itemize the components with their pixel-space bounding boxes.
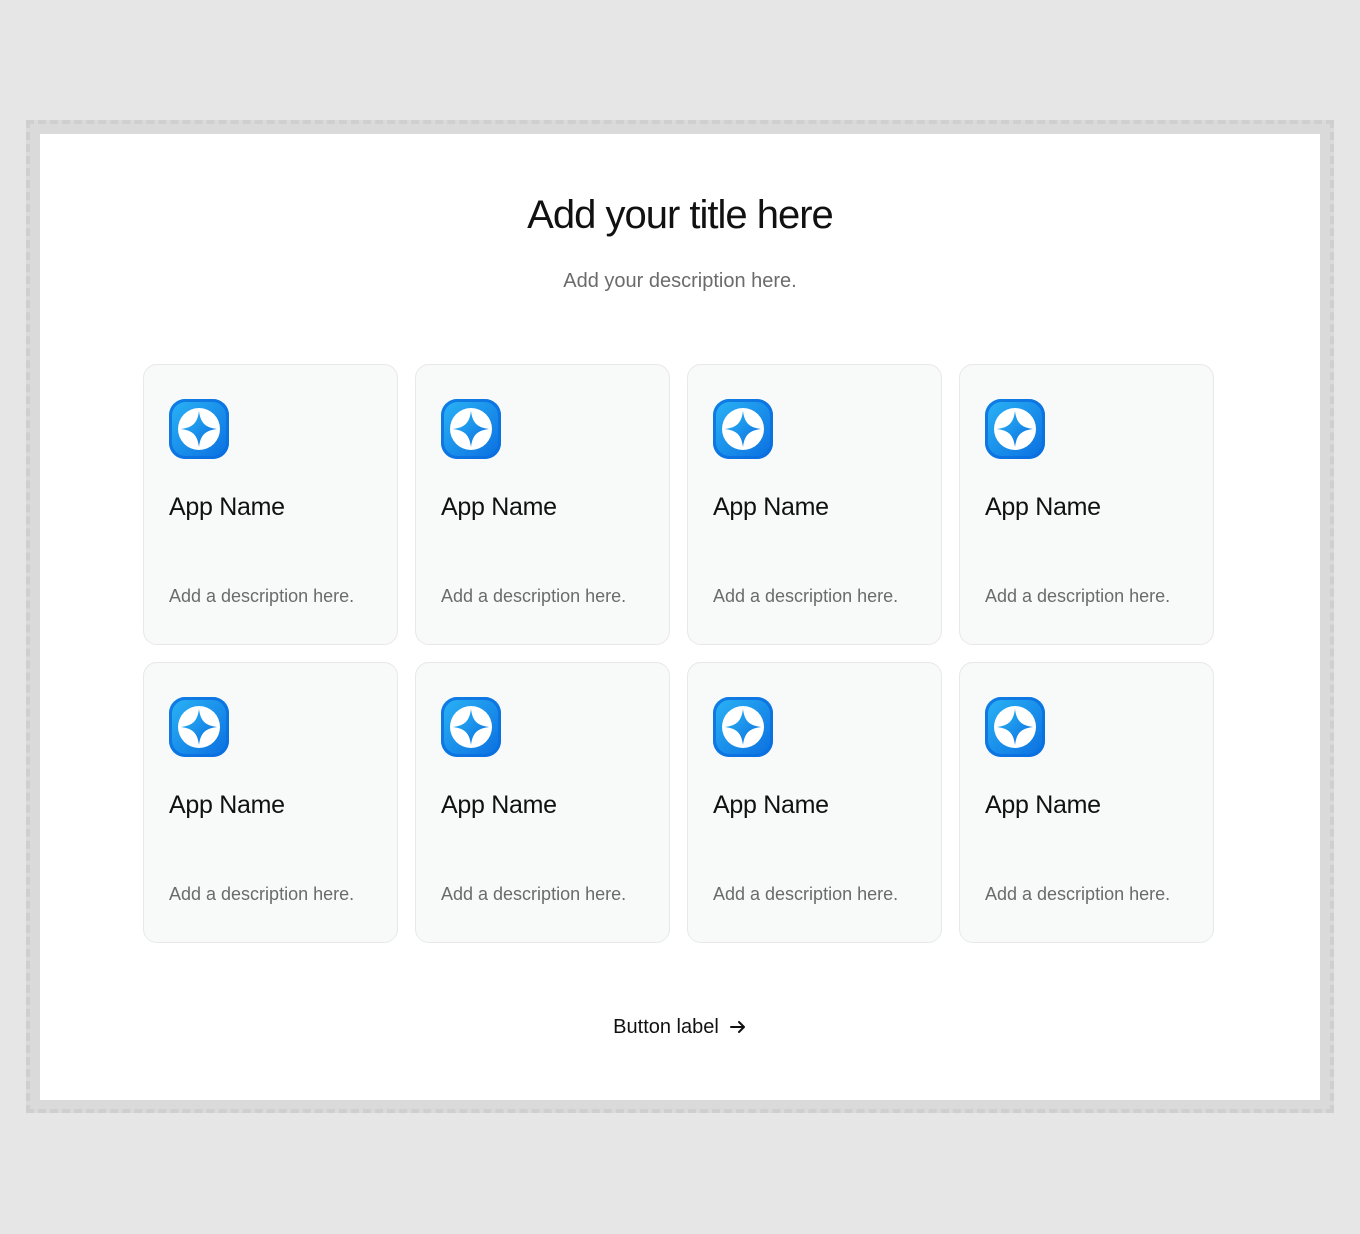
- page-description: Add your description here.: [563, 270, 797, 292]
- primary-link-button[interactable]: Button label: [0, 1013, 1360, 1041]
- app-description: Add a description here.: [985, 884, 1171, 904]
- sparkle-app-icon: [712, 696, 774, 758]
- app-name: App Name: [713, 493, 829, 521]
- app-name: App Name: [985, 791, 1101, 819]
- arrow-right-icon: [729, 1018, 747, 1036]
- app-name: App Name: [985, 493, 1101, 521]
- sparkle-app-icon: [440, 696, 502, 758]
- sparkle-app-icon: [168, 398, 230, 460]
- sparkle-app-icon: [712, 398, 774, 460]
- app-description: Add a description here.: [713, 586, 899, 606]
- app-description: Add a description here.: [169, 586, 355, 606]
- app-name: App Name: [169, 493, 285, 521]
- app-name: App Name: [713, 791, 829, 819]
- app-name: App Name: [441, 493, 557, 521]
- app-description: Add a description here.: [985, 586, 1171, 606]
- app-card[interactable]: App Name Add a description here.: [687, 364, 942, 645]
- app-card[interactable]: App Name Add a description here.: [687, 662, 942, 943]
- app-card[interactable]: App Name Add a description here.: [143, 662, 398, 943]
- app-card[interactable]: App Name Add a description here.: [415, 662, 670, 943]
- app-name: App Name: [169, 791, 285, 819]
- app-card[interactable]: App Name Add a description here.: [959, 364, 1214, 645]
- app-description: Add a description here.: [441, 586, 627, 606]
- sparkle-app-icon: [440, 398, 502, 460]
- button-label: Button label: [613, 1016, 719, 1038]
- app-description: Add a description here.: [169, 884, 355, 904]
- app-description: Add a description here.: [441, 884, 627, 904]
- sparkle-app-icon: [168, 696, 230, 758]
- app-description: Add a description here.: [713, 884, 899, 904]
- sparkle-app-icon: [984, 696, 1046, 758]
- app-card[interactable]: App Name Add a description here.: [415, 364, 670, 645]
- sparkle-app-icon: [984, 398, 1046, 460]
- page-title: Add your title here: [527, 193, 834, 237]
- app-card[interactable]: App Name Add a description here.: [143, 364, 398, 645]
- app-card[interactable]: App Name Add a description here.: [959, 662, 1214, 943]
- app-card-grid: App Name Add a description here. App Nam…: [143, 364, 1215, 943]
- app-name: App Name: [441, 791, 557, 819]
